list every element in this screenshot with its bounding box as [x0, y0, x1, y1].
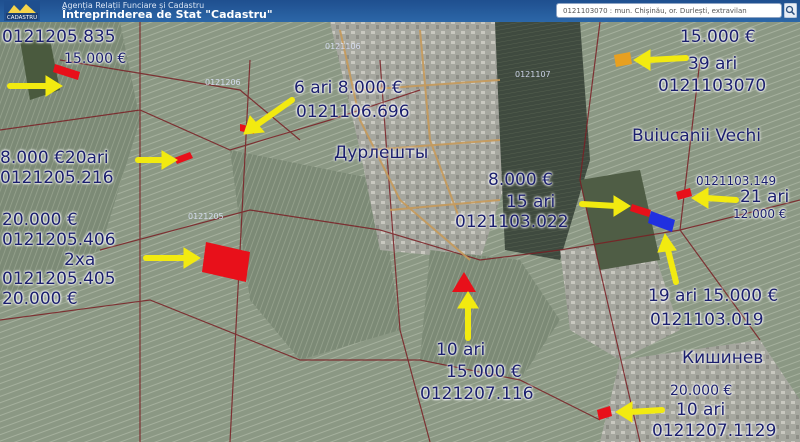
sector-code: 0121205	[188, 212, 224, 221]
parcel-price-label: 15.000 €	[64, 51, 127, 67]
parcel-code-label: 0121103.019	[650, 310, 764, 330]
parcel-size-label: 10 ari	[436, 340, 486, 360]
parcel-size-label: 15 ari	[506, 192, 556, 212]
parcel-code-label: 0121103.022	[455, 212, 569, 232]
parcel-price-label: 20.000 €	[2, 289, 78, 309]
parcel-price-label: 20.000 €	[2, 210, 78, 230]
parcel-size-label: 39 ari	[688, 54, 738, 74]
parcel-size-label: 2xa	[64, 250, 96, 270]
sector-code: 0121107	[515, 70, 551, 79]
parcel-size-label: 21 ari	[740, 187, 790, 207]
parcel-size-price-label: 19 ari 15.000 €	[648, 286, 779, 306]
parcel-code-label: 0121205.405	[2, 269, 116, 289]
place-durleshty: Дурлешты	[334, 143, 429, 163]
svg-text:CADASTRU: CADASTRU	[7, 15, 37, 21]
parcel-price-label: 15.000 €	[446, 362, 522, 382]
sector-code: 0121206	[205, 78, 241, 87]
search-input[interactable]: 0121103070 : mun. Chișinău, or. Durlești…	[556, 3, 782, 18]
place-kishinev: Кишинев	[682, 348, 764, 368]
parcel-price-label: 8.000 €	[488, 170, 553, 190]
parcel-code-label: 0121207.116	[420, 384, 534, 404]
parcel-code-label: 0121205.406	[2, 230, 116, 250]
parcel-price-label: 20.000 €	[670, 383, 733, 399]
parcel-code-label: 0121205.835	[2, 27, 116, 47]
parcel-code-label: 0121103.149	[696, 174, 777, 188]
parcel-code-label: 0121205.216	[0, 168, 114, 188]
parcel-price-label: 12.000 €	[733, 207, 787, 221]
parcel-code-label: 0121207.1129	[652, 421, 777, 441]
cadastru-logo-icon: CADASTRU	[4, 1, 40, 21]
parcel-price-label: 15.000 €	[680, 27, 756, 47]
state-enterprise-name: Întreprinderea de Stat "Cadastru"	[62, 8, 273, 21]
parcel-size-price-label: 6 ari 8.000 €	[294, 78, 403, 98]
sector-code: 0121106	[325, 42, 361, 51]
parcel-size-label: 10 ari	[676, 400, 726, 420]
parcel-code-label: 0121106.696	[296, 102, 410, 122]
parcel-price-size-label: 8.000 €20ari	[0, 148, 109, 168]
place-buiucanii-vechi: Buiucanii Vechi	[632, 126, 761, 146]
search-icon[interactable]	[784, 3, 797, 18]
app-header: CADASTRU Agenția Relații Funciare și Cad…	[0, 0, 800, 22]
parcel-code-label: 0121103070	[658, 76, 767, 96]
